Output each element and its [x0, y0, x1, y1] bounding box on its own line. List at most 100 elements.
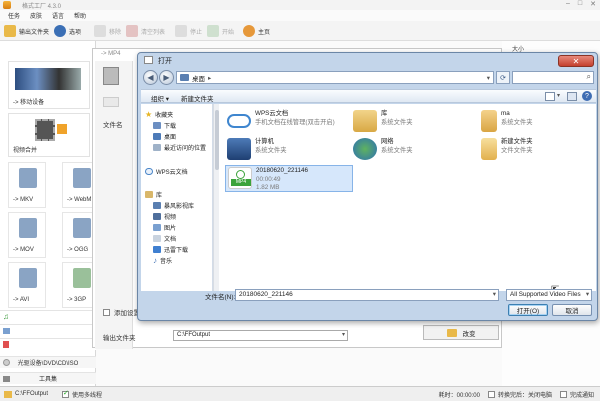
- stop-button[interactable]: 停止: [175, 24, 202, 38]
- preview-pane-icon[interactable]: [567, 92, 577, 101]
- view-dropdown-icon[interactable]: ▾: [557, 92, 560, 99]
- refresh-button[interactable]: ⟳: [496, 71, 510, 84]
- folder-icon: [4, 25, 16, 37]
- item-duration: 00:00:49: [256, 175, 281, 183]
- filename-input[interactable]: 20180620_221146: [235, 289, 499, 301]
- output-path[interactable]: C:\FFOutput: [15, 391, 48, 397]
- clear-list-button[interactable]: 清空列表: [126, 24, 165, 38]
- music-icon: ♪: [153, 256, 157, 265]
- address-bar[interactable]: 桌面 ▸ ▾: [176, 71, 494, 84]
- open-button[interactable]: 打开(O): [508, 304, 548, 316]
- notify-checkbox[interactable]: [559, 390, 567, 398]
- menu-task[interactable]: 任务: [8, 11, 20, 20]
- multithread-label: 使用多线程: [72, 392, 103, 399]
- search-input[interactable]: ⌕: [512, 71, 594, 84]
- item-computer[interactable]: 计算机 系统文件夹: [227, 138, 286, 160]
- video-library-icon: [153, 202, 161, 209]
- notify-label: 完成通知: [569, 392, 594, 399]
- start-icon: [207, 25, 219, 37]
- organize-menu[interactable]: 组织 ▾: [151, 93, 169, 103]
- to-mov-tile[interactable]: -> MOV: [8, 212, 46, 258]
- remove-icon: [94, 25, 106, 37]
- document-category-row[interactable]: [0, 338, 96, 350]
- item-wps-cloud[interactable]: WPS云文档 手机文档在线管理(双击开启): [227, 110, 335, 128]
- to-mkv-tile[interactable]: -> MKV: [8, 162, 46, 208]
- close-icon[interactable]: ✕: [590, 0, 596, 8]
- nav-pictures[interactable]: 图片: [153, 223, 176, 232]
- plus-icon: [57, 124, 67, 134]
- open-file-dialog: 打开 ✕ ◀ ▶ 桌面 ▸ ▾ ⟳ ⌕ 组织 ▾ 新建文件夹 ▾ ? ★ 收藏夹…: [137, 52, 598, 321]
- output-folder-button[interactable]: 输出文件夹: [4, 24, 49, 38]
- to-ogg-tile[interactable]: -> OGG: [62, 212, 96, 258]
- item-name: 网络: [381, 138, 394, 145]
- item-network[interactable]: 网络 系统文件夹: [353, 138, 412, 160]
- nav-favorites[interactable]: ★ 收藏夹: [145, 110, 173, 119]
- cancel-button[interactable]: 取消: [552, 304, 592, 316]
- statusbar: C:\FFOutput 使用多线程 耗时：00:00:00 转换完后：关闭电脑 …: [0, 386, 600, 401]
- desktop-icon: [180, 74, 189, 81]
- nav-baofeng-library[interactable]: 暴风影视库: [153, 201, 194, 210]
- disc-icon: [3, 359, 10, 366]
- minimize-icon[interactable]: –: [566, 0, 570, 8]
- item-library[interactable]: 库 系统文件夹: [353, 110, 412, 132]
- nav-xunlei-download[interactable]: 迅雷下载: [153, 245, 188, 254]
- mov-icon: [19, 218, 37, 238]
- add-settings-checkbox[interactable]: 添加设置: [103, 307, 140, 317]
- nav-music[interactable]: ♪ 音乐: [153, 256, 172, 265]
- nav-wps-cloud[interactable]: WPS云文档: [145, 167, 188, 176]
- app-logo-icon: [3, 1, 11, 9]
- item-new-folder[interactable]: 新建文件夹 文件文件夹: [481, 138, 532, 160]
- video-merge-tile[interactable]: 视频合并: [8, 113, 90, 157]
- remove-button[interactable]: 移除: [94, 24, 121, 38]
- toolbar: 输出文件夹 选项 移除 清空列表 停止 开始 主页: [0, 21, 600, 41]
- optical-device-row[interactable]: 光驱设备\DVD\CD\ISO: [0, 356, 96, 368]
- menu-skin[interactable]: 皮肤: [30, 11, 42, 20]
- output-folder-combo[interactable]: C:\FFOutput: [173, 330, 348, 341]
- toolbox-icon: [3, 375, 10, 382]
- back-button[interactable]: ◀: [143, 70, 158, 85]
- address-chevron-icon: ▸: [208, 74, 212, 82]
- address-dropdown-icon[interactable]: ▾: [487, 74, 490, 82]
- webm-icon: [73, 168, 91, 188]
- search-icon: ⌕: [586, 72, 591, 81]
- nav-desktop[interactable]: 桌面: [153, 132, 176, 141]
- to-3gp-tile[interactable]: -> 3GP: [62, 262, 96, 308]
- item-video-file[interactable]: MP4 20180620_221146 00:00:49 1.82 MB: [225, 165, 353, 192]
- image-category-row[interactable]: [0, 324, 96, 336]
- file-type-select[interactable]: All Supported Video Files: [506, 289, 592, 301]
- dialog-window-icon: [144, 56, 153, 64]
- maximize-icon[interactable]: □: [578, 0, 582, 8]
- nav-documents[interactable]: 文档: [153, 234, 176, 243]
- menu-language[interactable]: 语言: [52, 11, 64, 20]
- window-controls: – □ ✕: [566, 0, 596, 8]
- change-folder-button[interactable]: 改变: [423, 325, 499, 340]
- item-name: WPS云文档: [255, 110, 289, 117]
- to-webm-tile[interactable]: -> WebM: [62, 162, 96, 208]
- new-folder-button[interactable]: 新建文件夹: [181, 93, 214, 103]
- audio-category-row[interactable]: ♫: [0, 310, 96, 322]
- nav-downloads[interactable]: 下载: [153, 121, 176, 130]
- nav-videos[interactable]: 视频: [153, 212, 176, 221]
- start-button[interactable]: 开始: [207, 24, 234, 38]
- item-name: 库: [381, 110, 388, 117]
- forward-button[interactable]: ▶: [159, 70, 174, 85]
- dialog-close-button[interactable]: ✕: [558, 55, 594, 67]
- menu-help[interactable]: 帮助: [74, 11, 86, 20]
- homepage-button[interactable]: 主页: [243, 24, 270, 38]
- item-ma[interactable]: ma 系统文件夹: [481, 110, 532, 132]
- shutdown-checkbox[interactable]: [487, 390, 495, 398]
- documents-icon: [153, 235, 161, 242]
- multithread-checkbox[interactable]: [62, 389, 70, 398]
- nav-libraries[interactable]: 库: [145, 190, 162, 199]
- to-avi-tile[interactable]: -> AVI: [8, 262, 46, 308]
- item-desc: 系统文件夹: [381, 118, 413, 126]
- subwindow-small-button[interactable]: [103, 97, 119, 107]
- help-icon[interactable]: ?: [582, 91, 592, 101]
- mobile-device-tile[interactable]: -> 移动设备: [8, 61, 90, 109]
- item-name: 新建文件夹: [501, 138, 533, 145]
- toolbox-row[interactable]: 工具集: [0, 372, 96, 384]
- options-button[interactable]: 选项: [54, 24, 81, 38]
- nav-recent-places[interactable]: 最近访问的位置: [153, 143, 206, 152]
- view-icon[interactable]: [545, 92, 555, 101]
- dialog-title: 打开: [158, 58, 172, 65]
